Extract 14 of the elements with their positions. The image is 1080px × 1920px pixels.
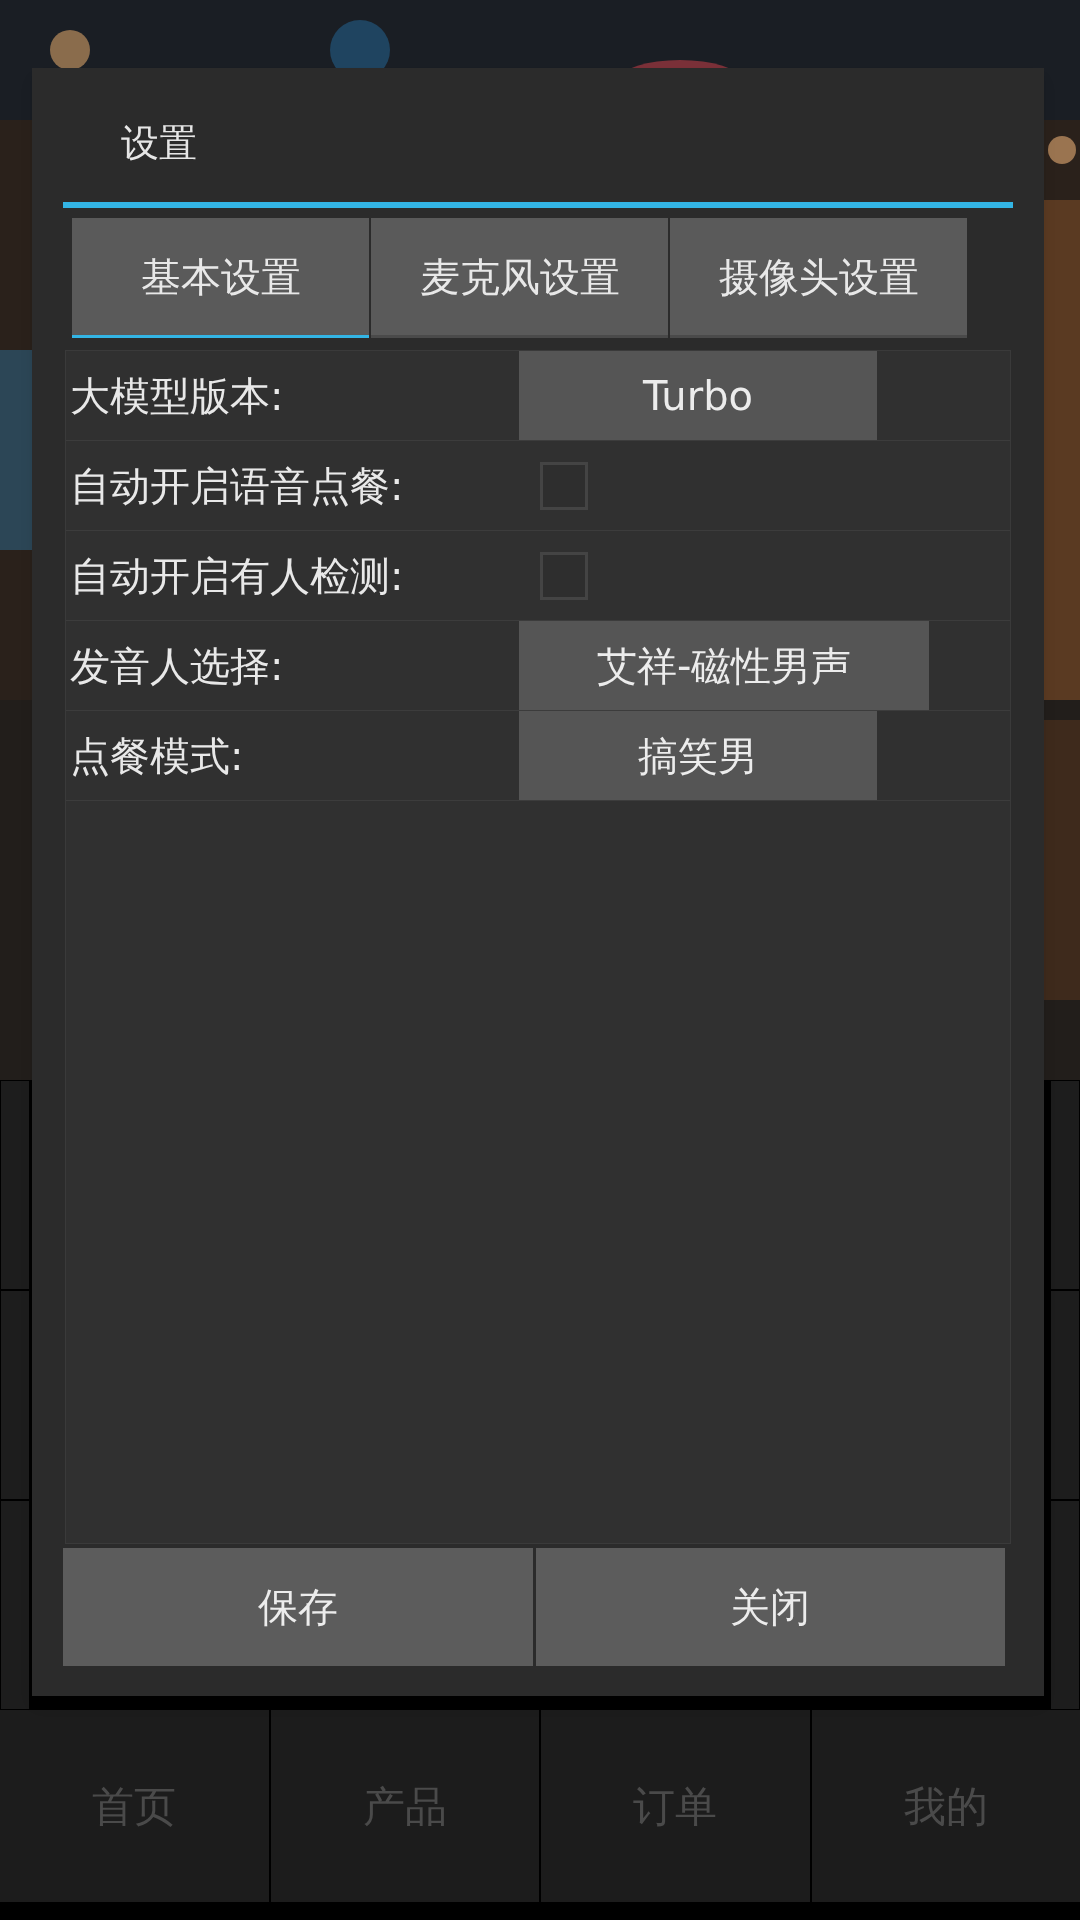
dropdown[interactable]: 搞笑男 (519, 711, 877, 800)
tab[interactable]: 摄像头设置 (670, 218, 967, 338)
setting-label: 自动开启有人检测: (69, 551, 405, 601)
setting-label: 发音人选择: (69, 641, 285, 691)
dropdown[interactable]: Turbo (519, 351, 877, 440)
dialog-title: 设置 (120, 119, 198, 167)
tab[interactable]: 麦克风设置 (371, 218, 668, 338)
setting-label: 自动开启语音点餐: (69, 461, 405, 511)
setting-label: 点餐模式: (69, 731, 245, 781)
setting-label: 大模型版本: (69, 371, 285, 421)
dialog-button[interactable]: 关闭 (535, 1548, 1005, 1666)
dropdown[interactable]: 艾祥-磁性男声 (519, 621, 930, 710)
tab[interactable]: 基本设置 (72, 218, 369, 338)
dialog-button[interactable]: 保存 (63, 1548, 533, 1666)
